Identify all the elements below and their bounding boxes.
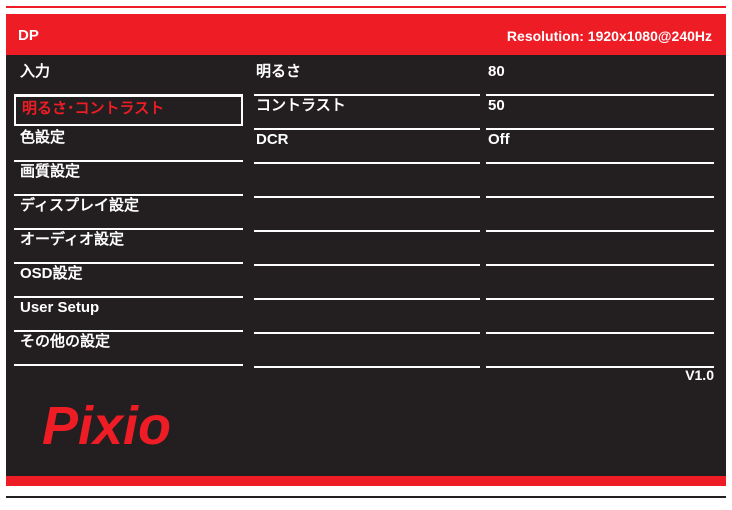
value-text: 50	[488, 97, 505, 114]
value-text: Off	[488, 131, 510, 148]
submenu-empty-row	[254, 300, 480, 334]
value-empty-row	[486, 300, 714, 334]
value-empty-row	[486, 198, 714, 232]
value-empty-row	[486, 164, 714, 198]
input-source-label: DP	[18, 27, 39, 44]
menu-item-color-settings[interactable]: 色設定	[14, 128, 243, 162]
submenu-label: コントラスト	[256, 97, 346, 114]
submenu-empty-row	[254, 266, 480, 300]
menu-item-osd-settings[interactable]: OSD設定	[14, 264, 243, 298]
menu-item-audio-settings[interactable]: オーディオ設定	[14, 230, 243, 264]
main-menu: 入力 明るさ･コントラスト 色設定 画質設定 ディスプレイ設定 オーディオ設定 …	[14, 62, 243, 366]
submenu-label: DCR	[256, 131, 289, 148]
submenu-empty-row	[254, 232, 480, 266]
value-empty-row	[486, 266, 714, 300]
menu-item-other-settings[interactable]: その他の設定	[14, 332, 243, 366]
submenu-item-brightness[interactable]: 明るさ	[254, 62, 480, 96]
menu-item-label: 明るさ･コントラスト	[22, 100, 165, 117]
menu-item-label: OSD設定	[20, 265, 83, 282]
value-empty-row	[486, 334, 714, 368]
menu-item-label: オーディオ設定	[20, 231, 124, 248]
submenu-label: 明るさ	[256, 63, 302, 80]
submenu-empty-row	[254, 334, 480, 368]
menu-item-brightness-contrast[interactable]: 明るさ･コントラスト	[14, 95, 243, 126]
dcr-value[interactable]: Off	[486, 130, 714, 164]
osd-header: DP Resolution: 1920x1080@240Hz	[6, 14, 726, 55]
menu-item-display-settings[interactable]: ディスプレイ設定	[14, 196, 243, 230]
brand-text: Pixio	[42, 396, 171, 452]
menu-item-label: その他の設定	[20, 333, 111, 350]
top-rule	[6, 6, 726, 8]
osd-window: DP Resolution: 1920x1080@240Hz 入力 明るさ･コン…	[6, 14, 726, 486]
brightness-value[interactable]: 80	[486, 62, 714, 96]
firmware-version: V1.0	[685, 367, 714, 383]
menu-item-input[interactable]: 入力	[14, 62, 243, 96]
submenu-empty-row	[254, 198, 480, 232]
value-text: 80	[488, 63, 505, 80]
menu-item-user-setup[interactable]: User Setup	[14, 298, 243, 332]
submenu-empty-row	[254, 164, 480, 198]
submenu-values: 80 50 Off	[486, 62, 714, 368]
bottom-rule	[6, 496, 726, 498]
value-empty-row	[486, 232, 714, 266]
pixio-logo: Pixio	[42, 396, 171, 452]
menu-item-picture-quality[interactable]: 画質設定	[14, 162, 243, 196]
menu-item-label: User Setup	[20, 299, 100, 316]
contrast-value[interactable]: 50	[486, 96, 714, 130]
submenu-labels: 明るさ コントラスト DCR	[254, 62, 480, 368]
menu-item-label: 色設定	[20, 129, 66, 146]
submenu-item-contrast[interactable]: コントラスト	[254, 96, 480, 130]
menu-item-label: 画質設定	[20, 163, 81, 180]
bottom-accent-bar	[6, 476, 726, 486]
menu-item-label: ディスプレイ設定	[20, 197, 139, 214]
resolution-label: Resolution: 1920x1080@240Hz	[506, 28, 712, 44]
submenu-item-dcr[interactable]: DCR	[254, 130, 480, 164]
menu-item-label: 入力	[20, 63, 51, 80]
